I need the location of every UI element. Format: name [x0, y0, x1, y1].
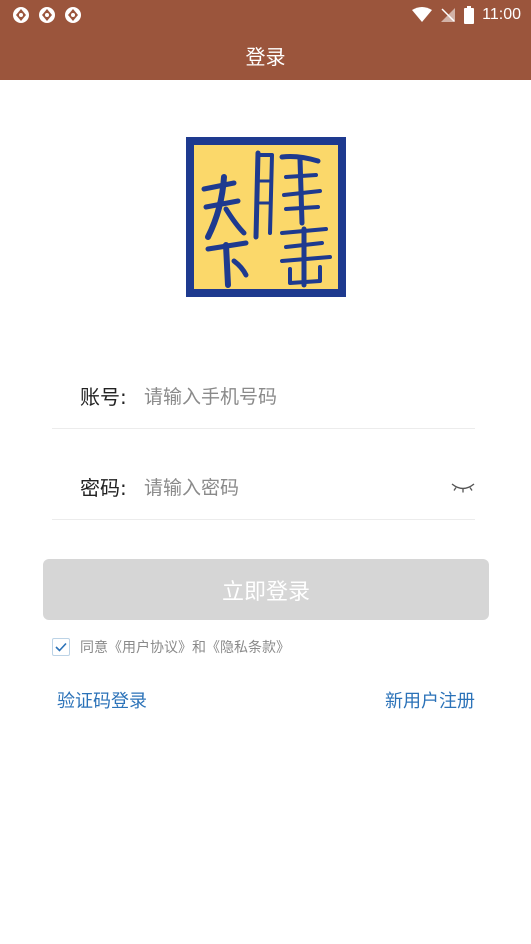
- sms-login-link[interactable]: 验证码登录: [57, 690, 147, 714]
- notification-area: [12, 6, 82, 24]
- agreement-row: 同意《用户协议》和《隐私条款》: [52, 636, 290, 658]
- status-bar: 11:00: [0, 0, 531, 30]
- password-input[interactable]: [144, 473, 434, 503]
- page-title: 登录: [245, 44, 286, 69]
- register-link[interactable]: 新用户注册: [385, 690, 475, 714]
- notification-icon: [13, 7, 29, 23]
- notification-icon: [39, 7, 55, 23]
- account-label: 账号:: [80, 385, 127, 409]
- account-field: 账号:: [52, 368, 475, 429]
- eye-closed-icon[interactable]: [451, 479, 475, 495]
- agreement-checkbox[interactable]: [52, 638, 70, 656]
- signal-icon: [441, 8, 456, 22]
- password-label: 密码:: [80, 476, 127, 500]
- phone-input[interactable]: [144, 382, 434, 412]
- notification-icon: [65, 7, 81, 23]
- status-time: 11:00: [482, 6, 521, 23]
- password-field: 密码:: [52, 459, 475, 520]
- status-indicators: 11:00: [412, 4, 521, 26]
- agreement-text[interactable]: 同意《用户协议》和《隐私条款》: [80, 637, 290, 657]
- login-button[interactable]: 立即登录: [43, 559, 489, 620]
- wifi-icon: [412, 7, 433, 22]
- check-icon: [55, 642, 67, 652]
- battery-icon: [464, 6, 475, 24]
- login-page: 11:00 登录 天下膳善 账号: 请输入手机号码 密码: 立即登录 同意《用户…: [0, 0, 531, 944]
- brand-logo: 天下膳善: [186, 137, 346, 297]
- app-header: 登录: [0, 30, 531, 80]
